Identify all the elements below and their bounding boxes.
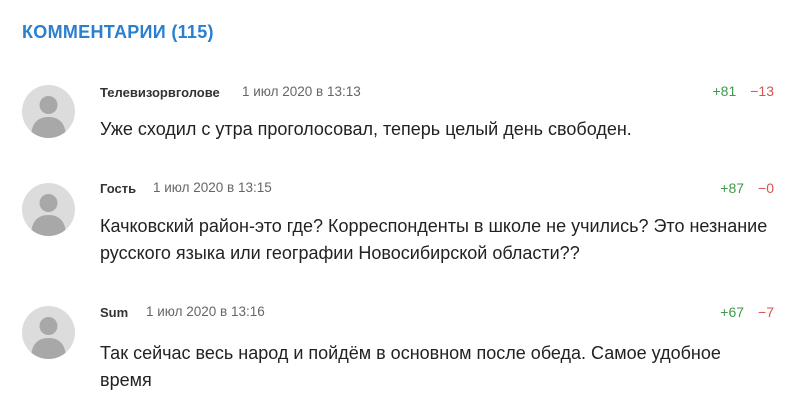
- comment-text: Так сейчас весь народ и пойдём в основно…: [100, 343, 721, 390]
- vote-counter: +81 −13: [713, 83, 775, 99]
- downvote-button[interactable]: −13: [750, 83, 774, 99]
- user-avatar-icon[interactable]: [22, 85, 75, 138]
- comment-timestamp: 1 июл 2020 в 13:15: [153, 180, 272, 195]
- comment-author[interactable]: Sum: [100, 305, 128, 320]
- vote-counter: +87 −0: [720, 180, 774, 196]
- upvote-button[interactable]: +87: [720, 180, 744, 196]
- upvote-button[interactable]: +67: [720, 304, 744, 320]
- comment-text: Качковский район-это где? Корреспонденты…: [100, 216, 768, 263]
- vote-counter: +67 −7: [720, 304, 774, 320]
- comments-heading: КОММЕНТАРИИ (115): [22, 22, 214, 42]
- comment-timestamp: 1 июл 2020 в 13:16: [146, 304, 265, 319]
- downvote-button[interactable]: −0: [758, 180, 774, 196]
- downvote-button[interactable]: −7: [758, 304, 774, 320]
- comments-section: КОММЕНТАРИИ (115) Телевизорвголове 1 июл…: [0, 0, 800, 408]
- comment-text: Уже сходил с утра проголосовал, теперь ц…: [100, 119, 632, 139]
- user-avatar-icon[interactable]: [22, 183, 75, 236]
- comment-timestamp: 1 июл 2020 в 13:13: [242, 84, 361, 99]
- comment-author[interactable]: Телевизорвголове: [100, 85, 220, 100]
- upvote-button[interactable]: +81: [713, 83, 737, 99]
- user-avatar-icon[interactable]: [22, 306, 75, 359]
- comment-author[interactable]: Гость: [100, 181, 136, 196]
